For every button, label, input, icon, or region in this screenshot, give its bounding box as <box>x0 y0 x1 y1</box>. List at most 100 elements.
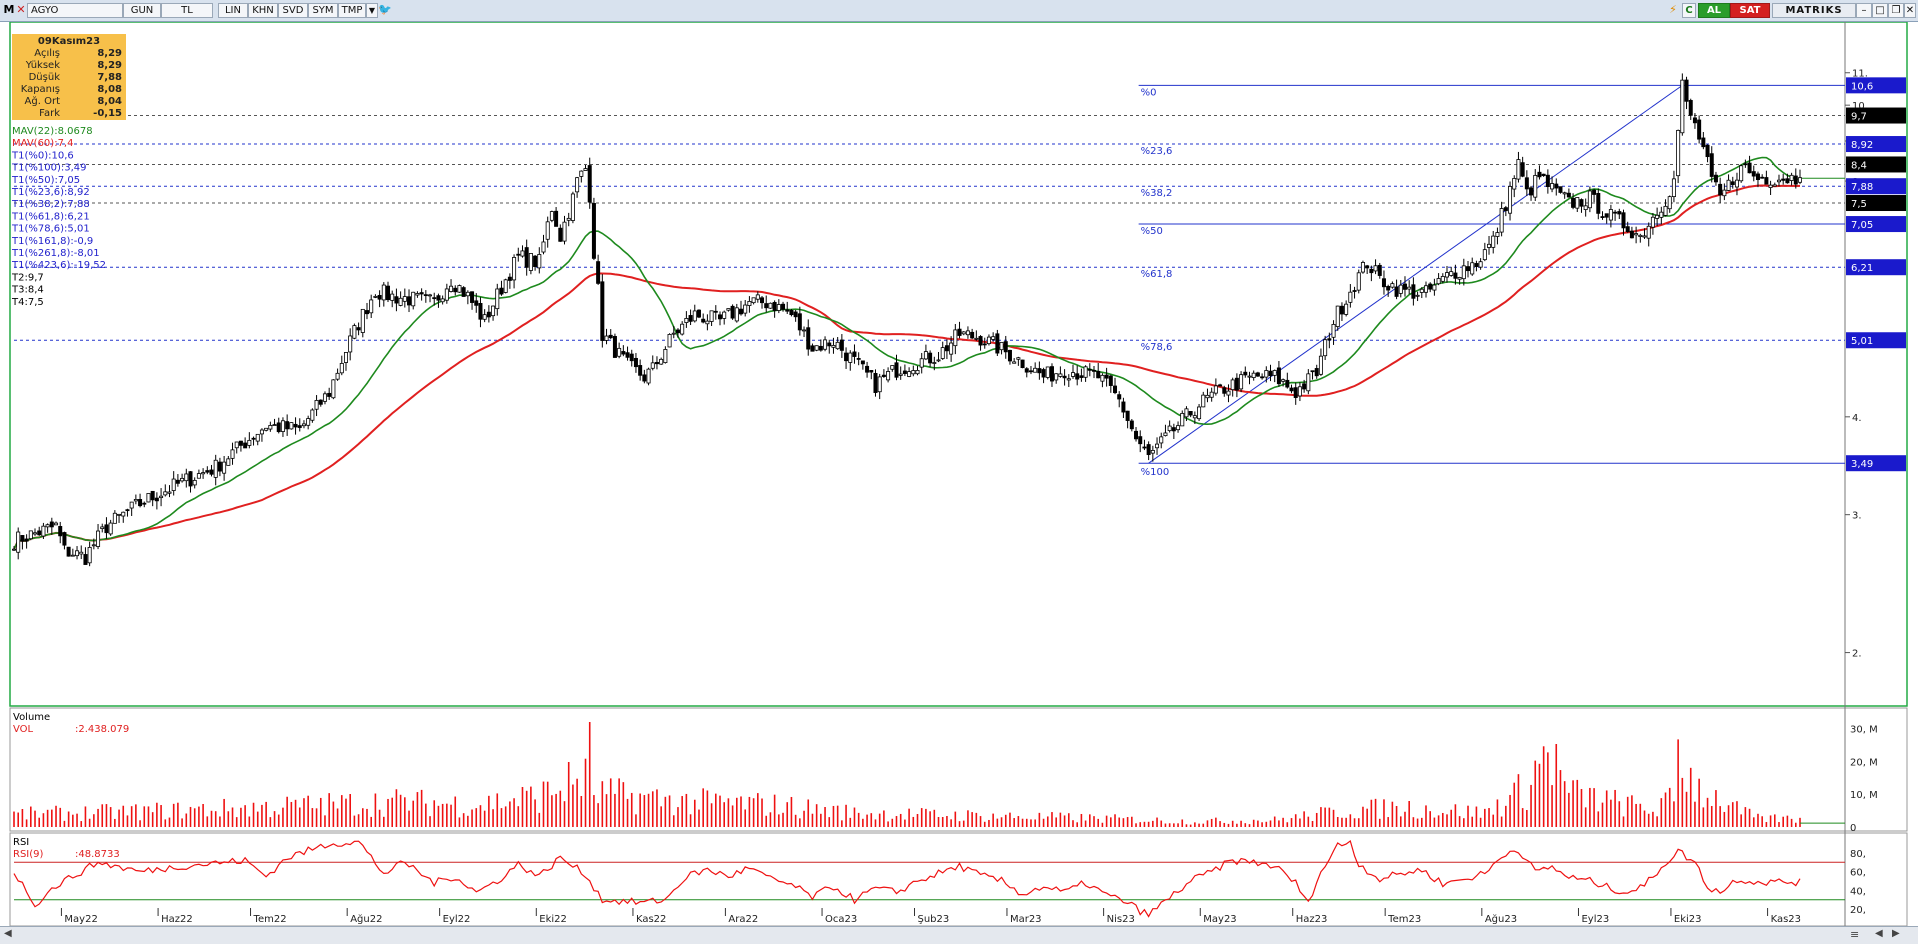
scroll-next-icon[interactable]: ▶ <box>1892 928 1900 939</box>
candle-body <box>1755 173 1760 181</box>
candle-body <box>1197 406 1202 420</box>
candle-body <box>558 227 563 242</box>
candle-body <box>428 294 433 297</box>
candle-body <box>528 253 533 271</box>
candle-body <box>444 288 449 301</box>
candle-body <box>1213 385 1218 394</box>
candle-body <box>814 345 819 351</box>
candle-body <box>449 285 454 292</box>
candle-body <box>289 422 294 430</box>
scroll-prev-icon[interactable]: ◀ <box>1875 928 1883 939</box>
fib-value-text: 7,88 <box>1851 182 1873 193</box>
m-button[interactable]: M <box>3 3 15 18</box>
sym-button[interactable]: SYM <box>308 3 338 18</box>
sell-button[interactable]: SAT <box>1730 3 1770 18</box>
candle-body <box>453 287 458 293</box>
volume-legend-value: :2.438.079 <box>75 724 129 735</box>
horizontal-scrollbar[interactable]: ◀ ≡ ◀ ▶ <box>0 926 1918 944</box>
candle-body <box>1146 444 1151 456</box>
c-button[interactable]: C <box>1682 3 1696 18</box>
candle-body <box>58 526 63 537</box>
currency-button[interactable]: TL <box>161 3 213 18</box>
candle-body <box>524 247 529 268</box>
candle-body <box>1171 427 1176 432</box>
candle-body <box>1789 174 1794 181</box>
candle-body <box>995 333 1000 354</box>
candle-body <box>944 345 949 352</box>
candle-body <box>646 368 651 384</box>
candle-body <box>970 331 975 339</box>
candle-body <box>138 499 143 507</box>
period-button[interactable]: GUN <box>123 3 161 18</box>
candle-body <box>259 429 264 435</box>
candle-body <box>180 477 185 482</box>
level-value-text: 9,7 <box>1851 112 1867 123</box>
candle <box>352 323 357 340</box>
candle-body <box>1104 374 1109 379</box>
candle-body <box>549 211 554 221</box>
buy-button[interactable]: AL <box>1698 3 1730 18</box>
candle-body <box>600 281 605 341</box>
candle-body <box>1407 286 1412 290</box>
candle-body <box>108 522 113 535</box>
candle-body <box>1293 387 1298 398</box>
candle-body <box>1289 387 1294 392</box>
candle-body <box>978 336 983 346</box>
lin-button[interactable]: LIN <box>218 3 248 18</box>
candle-body <box>142 502 147 505</box>
candle-body <box>272 424 277 426</box>
candle-body <box>806 327 811 350</box>
candle-body <box>264 427 269 431</box>
maximize-icon[interactable]: □ <box>1872 3 1888 18</box>
candle-body <box>1499 208 1504 233</box>
candle-body <box>196 473 201 479</box>
zoom-icon[interactable]: ≡ <box>1850 928 1859 941</box>
candle-body <box>192 479 197 486</box>
candle-body <box>373 295 378 298</box>
candle-body <box>823 339 828 350</box>
price-tick-label: 2. <box>1852 649 1862 660</box>
candle-body <box>835 341 840 350</box>
candle-body <box>1688 100 1693 116</box>
candle-body <box>1070 372 1075 377</box>
candle-body <box>234 441 239 449</box>
twitter-icon[interactable]: 🐦 <box>378 3 392 18</box>
candle-body <box>474 300 479 306</box>
candle-body <box>478 303 483 320</box>
scroll-left-icon[interactable]: ◀ <box>4 928 12 939</box>
fib-value-text: 6,21 <box>1851 263 1873 274</box>
candle-body <box>1251 372 1256 379</box>
candle-body <box>1713 174 1718 183</box>
candle-body <box>1798 177 1803 183</box>
candle-body <box>873 372 878 393</box>
candle-body <box>1352 290 1357 292</box>
candle-body <box>520 250 525 257</box>
lightning-icon[interactable]: ⚡ <box>1666 3 1680 18</box>
svd-button[interactable]: SVD <box>278 3 308 18</box>
candle-body <box>238 440 243 446</box>
candle-body <box>432 297 437 300</box>
ohlc-row-low: Düşük 7,88 <box>28 72 122 83</box>
fib-level-label: %61,8 <box>1141 269 1173 280</box>
window-close-icon[interactable]: ✕ <box>1904 3 1916 18</box>
candle-body <box>96 530 101 547</box>
tmp-button[interactable]: TMP <box>338 3 366 18</box>
symbol-field[interactable]: AGYO <box>27 3 123 18</box>
dropdown-arrow-icon[interactable]: ▼ <box>366 3 378 18</box>
candle-body <box>957 328 962 336</box>
time-label: Eki22 <box>539 914 567 925</box>
restore-icon[interactable]: ❐ <box>1888 3 1904 18</box>
time-label: Eyl22 <box>443 914 471 925</box>
close-icon[interactable]: ✕ <box>15 3 27 18</box>
minimize-icon[interactable]: – <box>1856 3 1872 18</box>
fib-value-text: 7,05 <box>1851 220 1873 231</box>
candle <box>1360 260 1365 274</box>
candle-body <box>1583 205 1588 210</box>
candle-body <box>1033 367 1038 373</box>
time-label: Ağu22 <box>350 913 382 925</box>
ohlc-row-close: Kapanış 8,08 <box>20 84 122 95</box>
candle-body <box>1423 285 1428 293</box>
candle <box>646 367 651 386</box>
candle <box>696 309 701 319</box>
khn-button[interactable]: KHN <box>248 3 278 18</box>
